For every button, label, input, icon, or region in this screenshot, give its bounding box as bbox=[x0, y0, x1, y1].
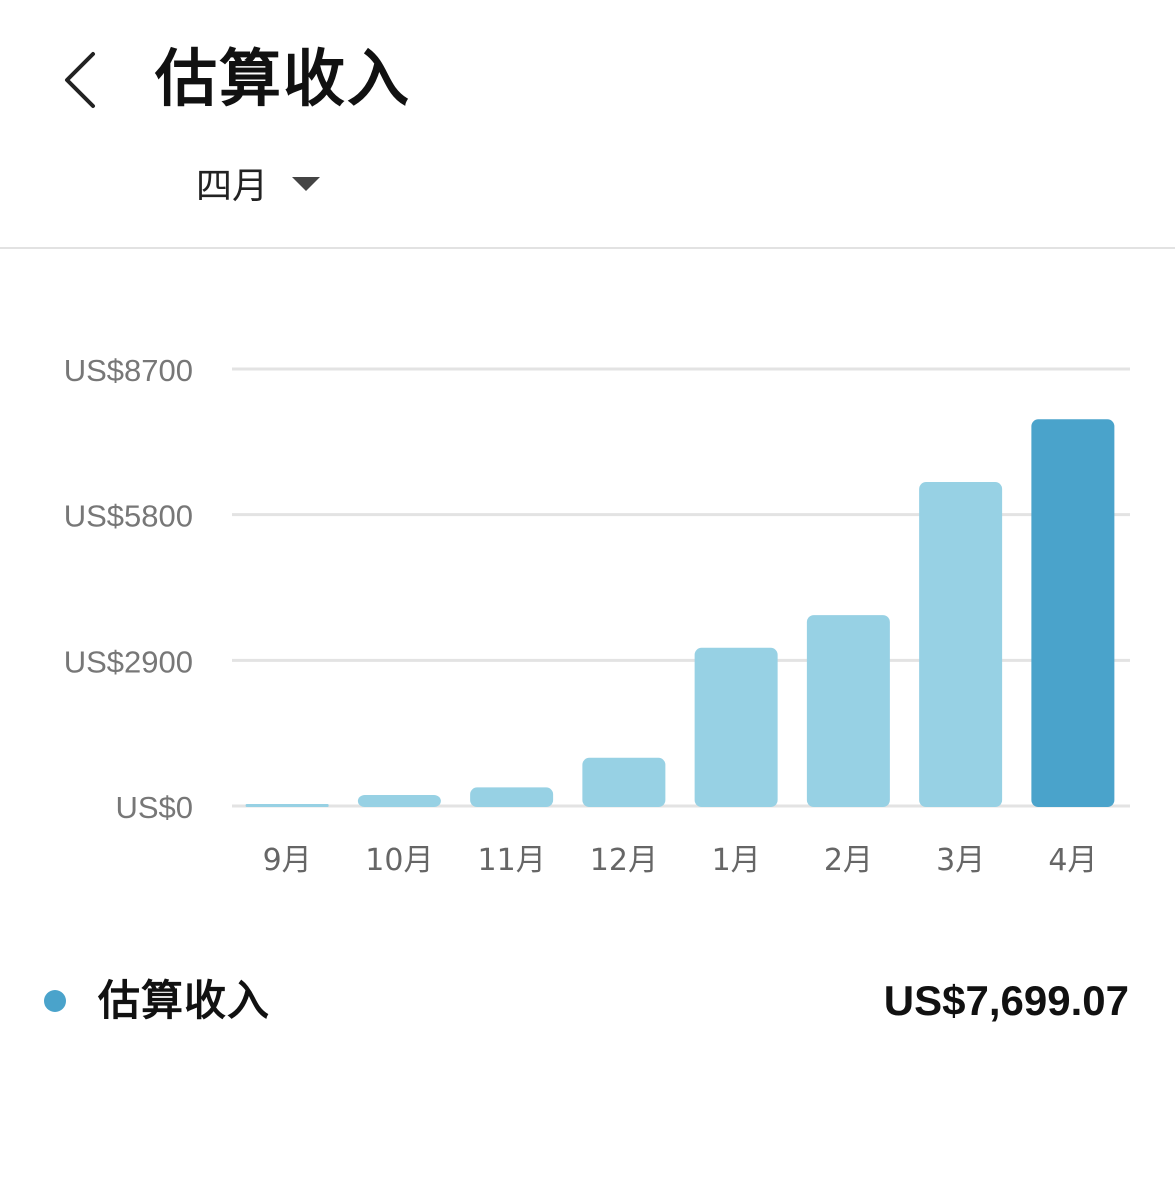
x-tick-label: 3月 bbox=[936, 843, 985, 878]
bar bbox=[806, 615, 890, 807]
bar bbox=[357, 794, 441, 807]
bar bbox=[919, 482, 1003, 807]
total-revenue-value: US$7,699.07 bbox=[883, 977, 1129, 1024]
bar bbox=[470, 787, 554, 807]
bar bbox=[694, 647, 778, 807]
x-tick-label: 2月 bbox=[824, 843, 873, 878]
legend-dot bbox=[44, 990, 66, 1012]
x-tick-label: 9月 bbox=[263, 843, 312, 878]
header: 估算收入 四月 bbox=[0, 0, 1175, 250]
page-title: 估算收入 bbox=[155, 42, 412, 115]
y-tick-label: US$0 bbox=[115, 790, 193, 825]
caret-down-icon bbox=[292, 177, 321, 197]
month-selector[interactable]: 四月 bbox=[196, 160, 321, 214]
y-tick-label: US$8700 bbox=[64, 353, 193, 388]
y-tick-label: US$5800 bbox=[64, 499, 193, 534]
bar bbox=[1031, 419, 1115, 807]
revenue-bar-chart: US$0 US$2900 US$5800 US$8700 9月 10月 11月 12月 1月 2月… bbox=[64, 353, 1130, 878]
header-divider bbox=[0, 247, 1175, 249]
back-button[interactable] bbox=[44, 40, 114, 120]
legend: 估算收入 US$7,699.07 bbox=[0, 960, 1175, 1040]
x-tick-label: 10月 bbox=[365, 843, 433, 878]
y-tick-label: US$2900 bbox=[64, 644, 193, 679]
x-tick-label: 1月 bbox=[712, 843, 761, 878]
x-tick-label: 11月 bbox=[478, 843, 546, 878]
bar bbox=[245, 804, 329, 807]
x-tick-label: 4月 bbox=[1048, 843, 1097, 878]
x-tick-label: 12月 bbox=[590, 843, 658, 878]
month-selector-value: 四月 bbox=[196, 166, 269, 207]
chevron-left-icon bbox=[65, 52, 95, 108]
bar bbox=[582, 757, 666, 807]
legend-label: 估算收入 bbox=[98, 976, 271, 1025]
